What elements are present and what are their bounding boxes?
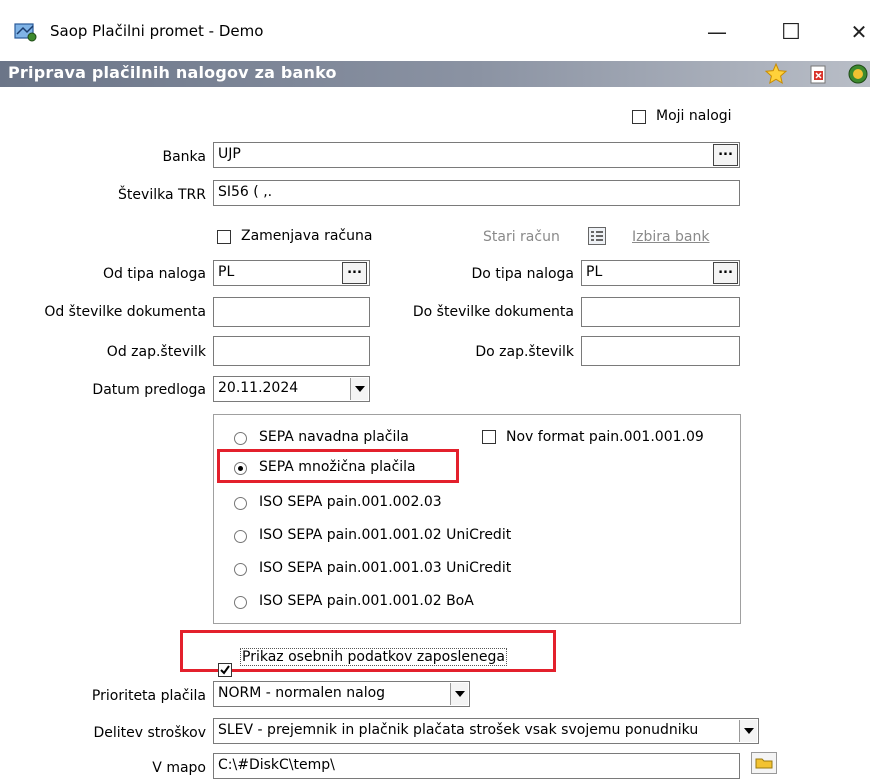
do-zap-input[interactable] [581,336,740,366]
do-st-dok-label: Do številke dokumenta [412,304,574,320]
v-mapo-input[interactable]: C:\#DiskC\temp\ [213,753,740,779]
list-icon[interactable] [587,226,607,246]
od-zap-label: Od zap.številk [106,344,206,360]
trr-label: Številka TRR [118,187,206,203]
do-tipa-label: Do tipa naloga [471,266,574,282]
prikaz-label: Prikaz osebnih podatkov zaposlenega [240,648,507,666]
zamenjava-checkbox[interactable] [217,230,231,244]
od-zap-input[interactable] [213,336,370,366]
app-icon [14,22,38,42]
od-st-dok-label: Od številke dokumenta [44,304,206,320]
delitev-label: Delitev stroškov [93,725,206,741]
do-st-dok-input[interactable] [581,297,740,327]
od-tipa-label: Od tipa naloga [102,266,206,282]
chevron-down-icon [454,691,465,697]
format-radio-4[interactable] [234,563,247,576]
datum-label: Datum predloga [92,382,206,398]
stari-racun-label: Stari račun [483,229,560,245]
prioriteta-select[interactable]: NORM - normalen nalog [213,681,470,707]
format-label-2: ISO SEPA pain.001.002.03 [259,494,442,510]
delitev-value: SLEV - prejemnik in plačnik plačata stro… [218,722,699,738]
format-label-0: SEPA navadna plačila [259,429,409,445]
minimize-button[interactable]: — [694,14,740,50]
exit-icon[interactable] [846,62,870,86]
window-title: Saop Plačilni promet - Demo [50,22,264,40]
prioriteta-dropdown-button[interactable] [450,683,468,705]
trr-input[interactable]: SI56 ( ,. [213,180,740,206]
datum-dropdown-button[interactable] [350,378,368,400]
moji-nalogi-checkbox[interactable] [632,110,646,124]
prikaz-checkbox[interactable] [218,663,232,677]
star-icon[interactable] [764,62,788,86]
folder-browse-button[interactable] [751,752,777,774]
format-radio-1[interactable] [234,462,247,475]
nov-format-label: Nov format pain.001.001.09 [506,429,704,445]
close-button[interactable]: ✕ [836,14,870,50]
banka-label: Banka [162,149,207,165]
zamenjava-label: Zamenjava računa [241,228,373,244]
datum-input[interactable]: 20.11.2024 [213,376,370,402]
prioriteta-label: Prioriteta plačila [91,688,206,704]
delete-document-icon[interactable] [806,62,830,86]
delitev-dropdown-button[interactable] [739,720,757,742]
delitev-select[interactable]: SLEV - prejemnik in plačnik plačata stro… [213,718,759,744]
chevron-down-icon [743,728,754,734]
format-radio-3[interactable] [234,530,247,543]
prioriteta-value: NORM - normalen nalog [218,685,386,701]
format-radio-5[interactable] [234,596,247,609]
chevron-down-icon [354,386,365,392]
maximize-button[interactable]: ☐ [768,14,814,50]
od-st-dok-input[interactable] [213,297,370,327]
format-label-3: ISO SEPA pain.001.001.02 UniCredit [259,527,512,543]
checkmark-icon [220,665,230,675]
do-zap-label: Do zap.številk [475,344,574,360]
format-radio-0[interactable] [234,432,247,445]
do-tipa-lookup-button[interactable]: ... [713,262,738,284]
v-mapo-label: V mapo [152,760,206,776]
banka-input[interactable]: UJP [213,142,740,168]
format-label-5: ISO SEPA pain.001.001.02 BoA [259,593,474,609]
format-radio-2[interactable] [234,497,247,510]
nov-format-checkbox[interactable] [482,430,496,444]
folder-icon [755,758,773,769]
format-label-1: SEPA množična plačila [259,459,416,475]
od-tipa-lookup-button[interactable]: ... [342,262,367,284]
banka-lookup-button[interactable]: ... [713,144,738,166]
moji-nalogi-label: Moji nalogi [656,108,732,124]
datum-value: 20.11.2024 [218,380,299,396]
izbira-bank-button[interactable]: Izbira bank [632,229,710,245]
format-label-4: ISO SEPA pain.001.001.03 UniCredit [259,560,512,576]
section-title: Priprava plačilnih nalogov za banko [8,63,337,82]
